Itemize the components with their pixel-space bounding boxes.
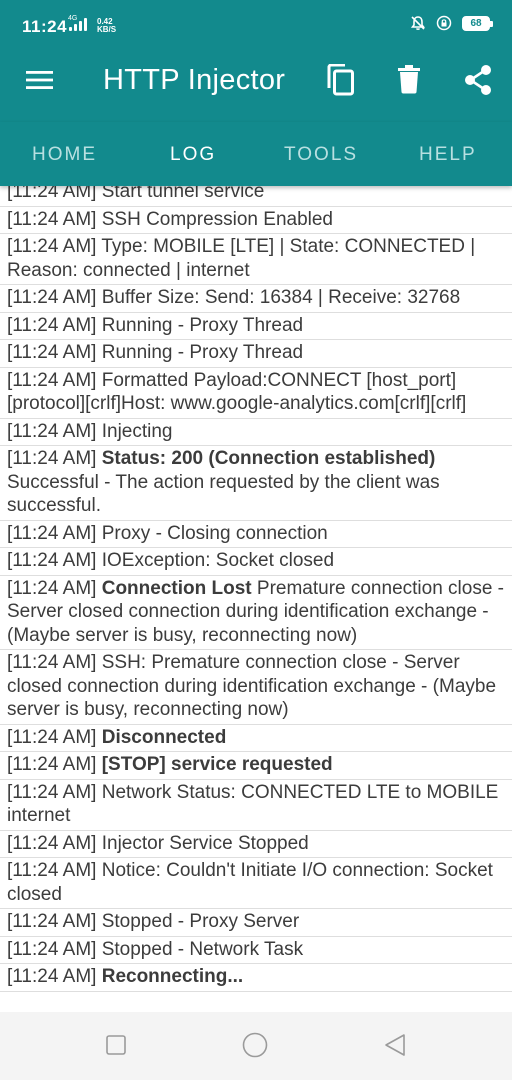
battery-icon: 68 xyxy=(462,15,493,31)
status-bar: 11:24 4G 0.42 KB/S 68 xyxy=(0,0,512,40)
log-time: [11:24 AM] xyxy=(7,287,97,308)
log-entry: [11:24 AM] IOException: Socket closed xyxy=(0,548,512,576)
log-time: [11:24 AM] xyxy=(7,314,97,336)
app-toolbar: HTTP Injector xyxy=(0,40,512,122)
log-entry: [11:24 AM] Disconnected xyxy=(0,725,512,752)
triangle-back-icon[interactable] xyxy=(384,1033,406,1057)
log-entry: [11:24 AM] Type: MOBILE [LTE] | State: C… xyxy=(0,234,512,285)
log-time: [11:24 AM] xyxy=(7,369,97,391)
log-list[interactable]: [11:24 AM] Start tunnel service [11:24 A… xyxy=(0,186,512,1012)
log-time: [11:24 AM] xyxy=(7,754,97,775)
log-entry: [11:24 AM] Connection Lost Premature con… xyxy=(0,576,512,650)
log-text: Start tunnel service xyxy=(101,186,265,202)
log-entry: [11:24 AM] Proxy - Closing connection xyxy=(0,521,512,548)
tab-bar: HOME LOG TOOLS HELP xyxy=(0,122,512,186)
log-text: Buffer Size: Send: 16384 | Receive: 3276… xyxy=(101,287,461,308)
log-entry: [11:24 AM] Start tunnel service xyxy=(0,186,512,207)
log-time: [11:24 AM] xyxy=(7,186,97,202)
log-time: [11:24 AM] xyxy=(7,577,97,599)
log-bold: [STOP] service requested xyxy=(101,754,333,775)
log-text: Injecting xyxy=(101,420,173,442)
log-time: [11:24 AM] xyxy=(7,860,97,881)
network-speed: 0.42 KB/S xyxy=(97,18,116,34)
log-bold: Reconnecting... xyxy=(101,966,244,987)
log-text: Proxy - Closing connection xyxy=(101,522,328,544)
log-text: Stopped - Proxy Server xyxy=(101,911,300,932)
log-time: [11:24 AM] xyxy=(7,420,97,442)
log-entry: [11:24 AM] Stopped - Proxy Server xyxy=(0,909,512,937)
menu-icon[interactable] xyxy=(26,70,53,90)
system-nav-bar xyxy=(0,1012,512,1080)
log-entry: [11:24 AM] Running - Proxy Thread xyxy=(0,340,512,368)
log-time: [11:24 AM] xyxy=(7,938,97,960)
log-bold: Connection Lost xyxy=(101,577,252,599)
log-text: Injector Service Stopped xyxy=(101,832,309,854)
bell-off-icon xyxy=(410,16,426,30)
log-text: SSH Compression Enabled xyxy=(101,208,334,230)
log-entry: [11:24 AM] Reconnecting... xyxy=(0,964,512,992)
copy-icon[interactable] xyxy=(325,64,355,96)
log-time: [11:24 AM] xyxy=(7,726,97,748)
tab-log[interactable]: LOG xyxy=(170,144,216,166)
tab-home[interactable]: HOME xyxy=(32,144,97,166)
log-entry: [11:24 AM] Running - Proxy Thread xyxy=(0,313,512,340)
log-text: IOException: Socket closed xyxy=(101,550,335,571)
log-time: [11:24 AM] xyxy=(7,911,97,932)
log-entry: [11:24 AM] SSH Compression Enabled xyxy=(0,207,512,234)
app-title: HTTP Injector xyxy=(103,64,286,96)
log-time: [11:24 AM] xyxy=(7,448,97,469)
network-speed-unit: KB/S xyxy=(97,25,117,34)
signal-icon: 4G xyxy=(68,15,87,31)
log-entry: [11:24 AM] Formatted Payload:CONNECT [ho… xyxy=(0,368,512,419)
network-type-label: 4G xyxy=(68,15,78,22)
square-icon[interactable] xyxy=(106,1035,126,1055)
tab-help[interactable]: HELP xyxy=(419,144,477,166)
log-time: [11:24 AM] xyxy=(7,781,97,803)
log-time: [11:24 AM] xyxy=(7,550,97,571)
trash-icon[interactable] xyxy=(396,64,422,94)
log-entry: [11:24 AM] Status: 200 (Connection estab… xyxy=(0,446,512,521)
vpn-lock-icon xyxy=(436,15,452,31)
log-entry: [11:24 AM] [STOP] service requested xyxy=(0,752,512,780)
log-entry: [11:24 AM] Notice: Couldn't Initiate I/O… xyxy=(0,858,512,909)
log-bold: Disconnected xyxy=(101,726,227,748)
log-time: [11:24 AM] xyxy=(7,832,97,854)
log-entry: [11:24 AM] Injector Service Stopped xyxy=(0,831,512,858)
circle-icon[interactable] xyxy=(242,1032,268,1058)
log-text: Running - Proxy Thread xyxy=(101,314,304,336)
log-bold: Status: 200 (Connection established) xyxy=(101,448,436,469)
log-entry: [11:24 AM] SSH: Premature connection clo… xyxy=(0,650,512,725)
status-icons: 68 xyxy=(410,15,493,31)
log-text: Stopped - Network Task xyxy=(101,938,304,960)
log-time: [11:24 AM] xyxy=(7,522,97,544)
log-time: [11:24 AM] xyxy=(7,208,97,230)
log-time: [11:24 AM] xyxy=(7,966,97,987)
log-text: Running - Proxy Thread xyxy=(101,342,304,363)
log-time: [11:24 AM] xyxy=(7,342,97,363)
share-icon[interactable] xyxy=(463,64,493,96)
log-entry: [11:24 AM] Buffer Size: Send: 16384 | Re… xyxy=(0,285,512,313)
log-entry: [11:24 AM] Stopped - Network Task xyxy=(0,937,512,964)
log-text: Successful - The action requested by the… xyxy=(7,471,440,517)
log-time: [11:24 AM] xyxy=(7,652,97,673)
status-time: 11:24 xyxy=(22,17,68,36)
log-entry: [11:24 AM] Network Status: CONNECTED LTE… xyxy=(0,780,512,831)
log-entry: [11:24 AM] Injecting xyxy=(0,419,512,446)
log-time: [11:24 AM] xyxy=(7,236,97,257)
tab-tools[interactable]: TOOLS xyxy=(284,144,358,166)
